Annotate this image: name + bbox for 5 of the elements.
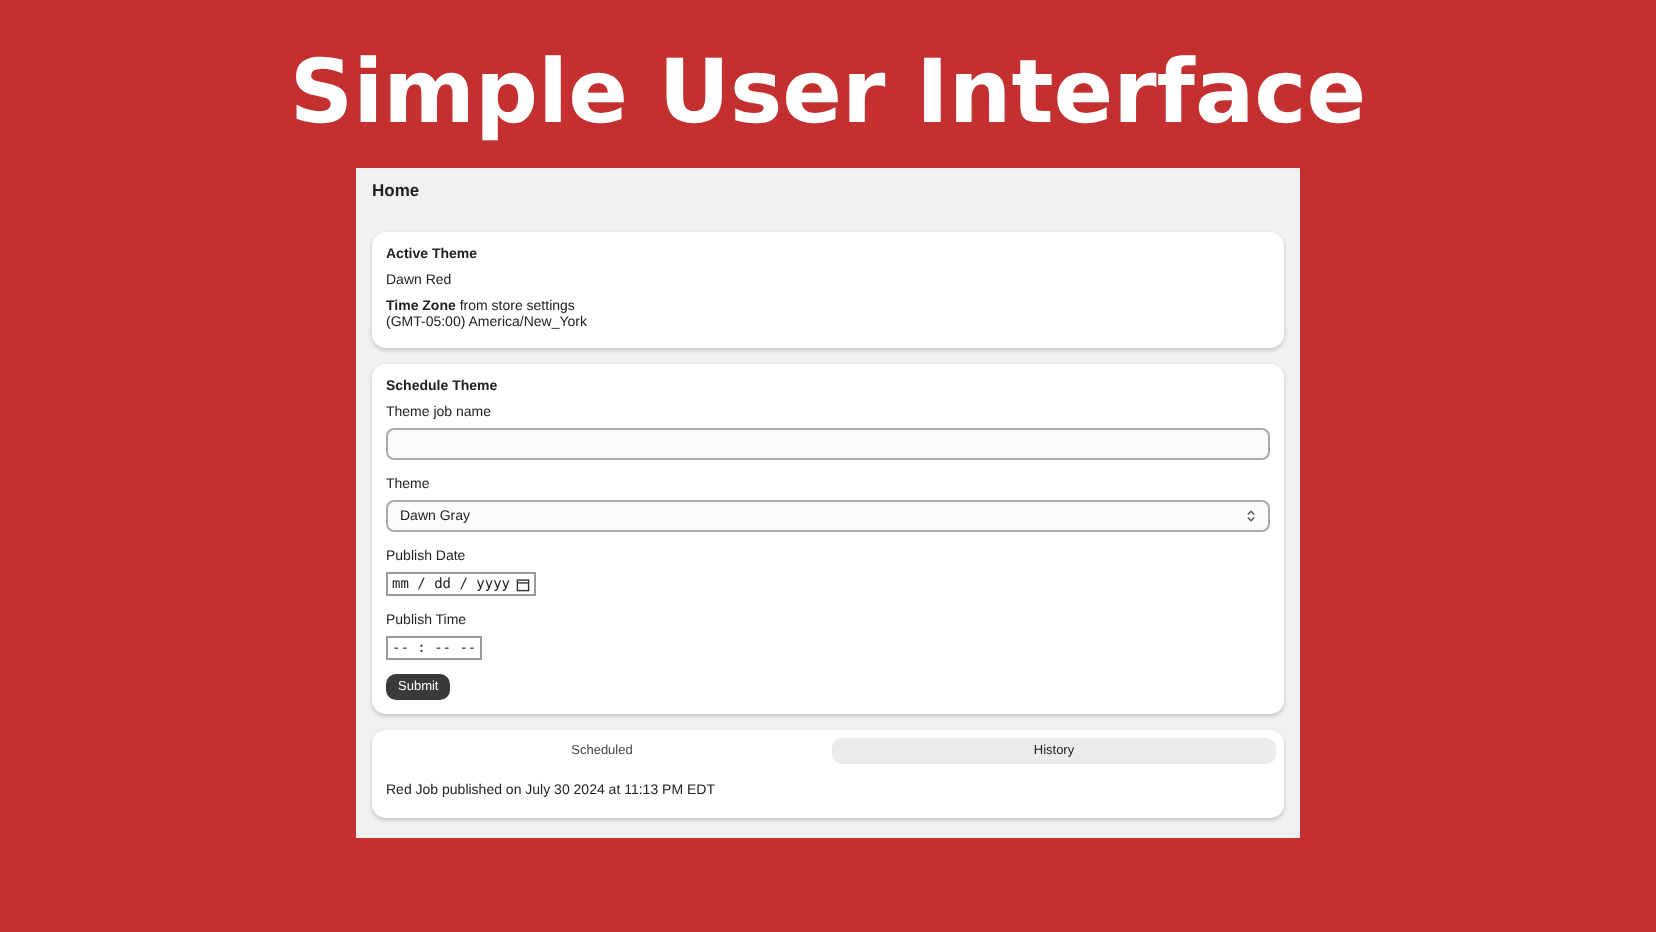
page-heading: Simple User Interface [289,44,1367,144]
chevron-updown-icon [1246,508,1256,524]
page-title: Home [372,178,422,204]
text-field[interactable] [386,428,1270,460]
calendar-icon [516,577,531,591]
